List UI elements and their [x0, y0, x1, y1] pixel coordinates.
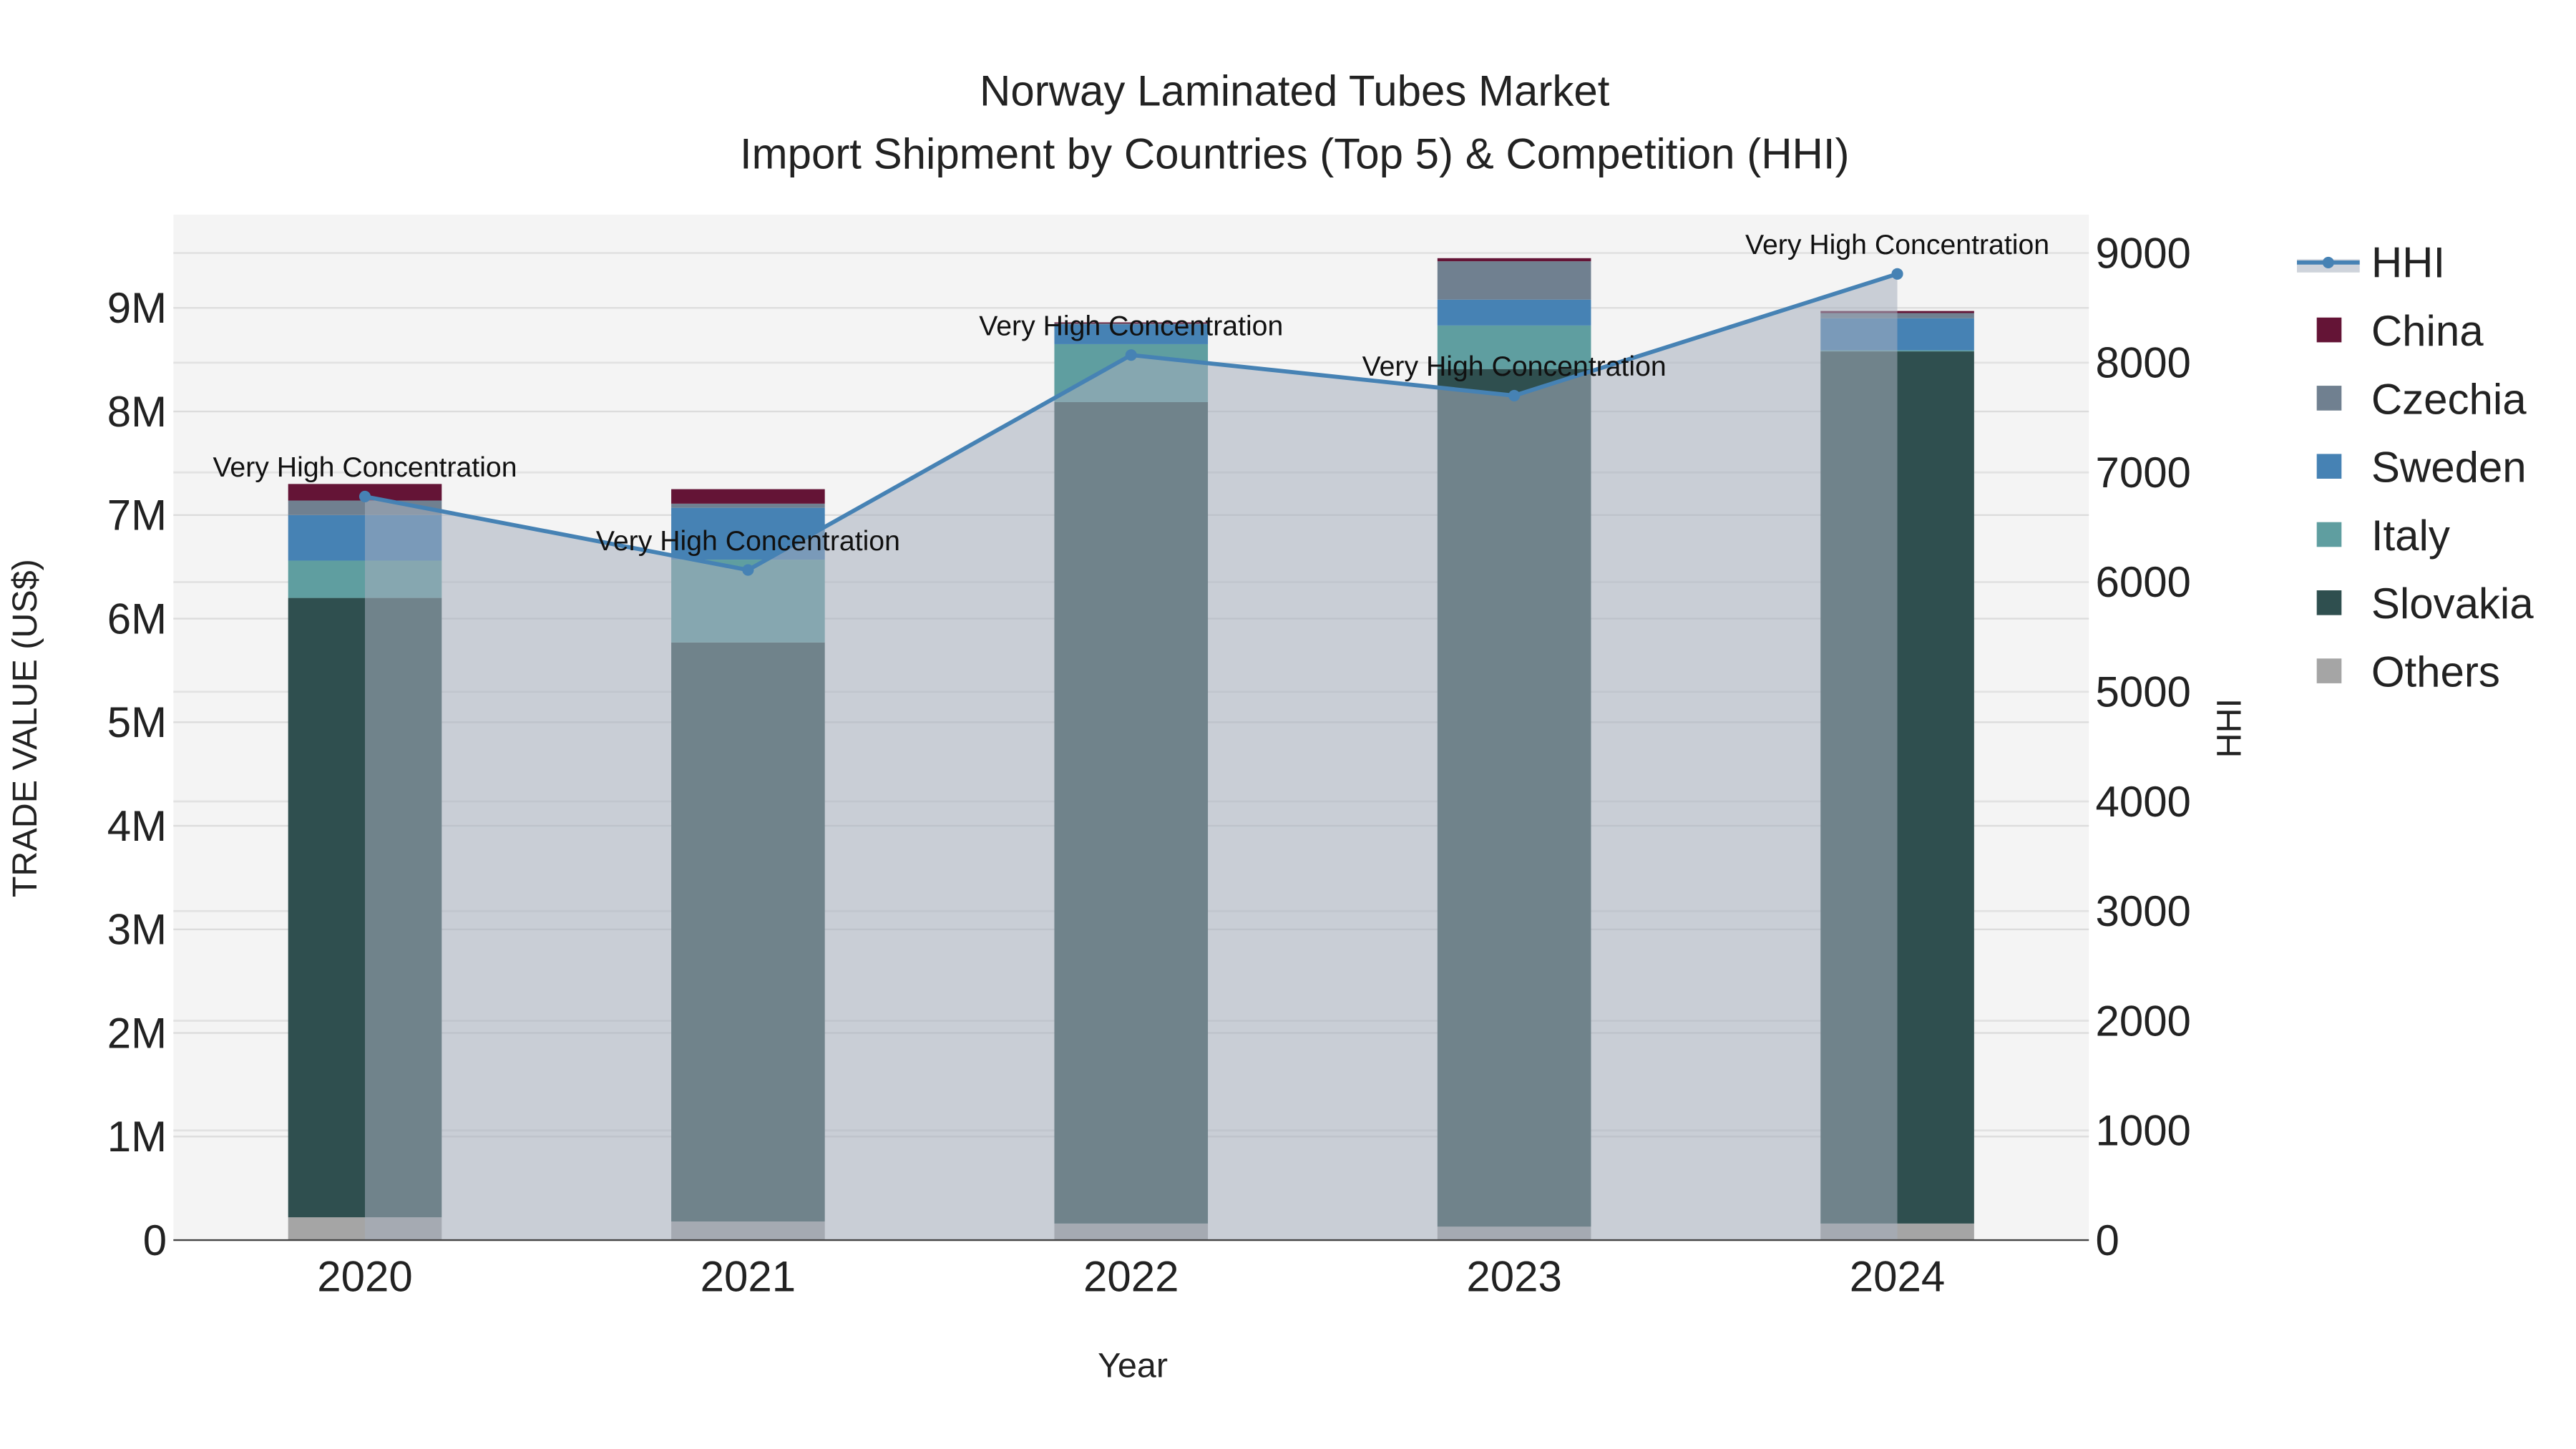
legend-label-italy: Italy — [2371, 512, 2450, 560]
x-tick-label: 2024 — [1850, 1253, 1945, 1301]
hhi-annotation-2022: Very High Concentration — [979, 310, 1283, 341]
y-tick-label: 4M — [107, 802, 167, 850]
y2-tick-label: 7000 — [2095, 449, 2190, 497]
y-tick-label: 0 — [143, 1216, 167, 1264]
hhi-annotation-2021: Very High Concentration — [596, 525, 900, 557]
legend-label-czechia: Czechia — [2371, 375, 2527, 423]
bar-sweden-2023 — [1437, 299, 1591, 326]
y2-tick-label: 6000 — [2095, 558, 2190, 606]
legend-swatch-slovakia — [2316, 590, 2342, 615]
y-tick-label: 6M — [107, 595, 167, 643]
legend-marker-hhi — [2322, 256, 2334, 268]
hhi-point-2024 — [1891, 268, 1903, 280]
y2-tick-label: 9000 — [2095, 229, 2190, 277]
y2-tick-label: 2000 — [2095, 997, 2190, 1045]
chart-title: Norway Laminated Tubes Market — [980, 67, 1610, 115]
y-tick-label: 2M — [107, 1009, 167, 1057]
legend-swatch-china — [2316, 317, 2342, 343]
bar-czechia-2023 — [1437, 261, 1591, 300]
legend-label-others: Others — [2371, 648, 2500, 696]
legend-swatch-others — [2316, 658, 2342, 683]
y-tick-label: 3M — [107, 906, 167, 954]
legend-label-slovakia: Slovakia — [2371, 580, 2534, 628]
hhi-annotation-2023: Very High Concentration — [1362, 351, 1667, 382]
x-tick-label: 2022 — [1083, 1253, 1179, 1301]
chart: Very High Concentration Very High Concent… — [0, 0, 2576, 1449]
y2-tick-label: 1000 — [2095, 1107, 2190, 1155]
y2-tick-label: 5000 — [2095, 668, 2190, 716]
y-tick-label: 7M — [107, 492, 167, 540]
y2-tick-label: 4000 — [2095, 778, 2190, 826]
hhi-annotation-2020: Very High Concentration — [213, 452, 517, 483]
x-tick-label: 2020 — [317, 1253, 412, 1301]
hhi-point-2023 — [1508, 389, 1521, 401]
y-axis-label: TRADE VALUE (US$) — [6, 559, 44, 897]
chart-subtitle: Import Shipment by Countries (Top 5) & C… — [740, 130, 1850, 177]
legend-label-china: China — [2371, 307, 2484, 355]
bar-czechia-2021 — [671, 503, 825, 508]
y-tick-label: 5M — [107, 698, 167, 746]
hhi-point-2021 — [742, 564, 754, 576]
legend-swatch-czechia — [2316, 386, 2342, 411]
y-tick-label: 1M — [107, 1113, 167, 1161]
bar-china-2021 — [671, 489, 825, 504]
x-axis-label: Year — [1098, 1347, 1168, 1385]
hhi-point-2020 — [358, 490, 371, 502]
legend-label-hhi: HHI — [2371, 239, 2445, 287]
bar-china-2023 — [1437, 258, 1591, 262]
y-tick-label: 8M — [107, 388, 167, 436]
legend-swatch-sweden — [2316, 454, 2342, 479]
y2-tick-label: 3000 — [2095, 887, 2190, 935]
hhi-point-2022 — [1125, 349, 1137, 361]
legend-swatch-italy — [2316, 522, 2342, 547]
x-tick-label: 2023 — [1466, 1253, 1561, 1301]
hhi-annotation-2024: Very High Concentration — [1745, 229, 2049, 260]
y2-tick-label: 8000 — [2095, 339, 2190, 387]
y2-axis-label: HHI — [2210, 698, 2249, 758]
x-tick-label: 2021 — [701, 1253, 796, 1301]
y-tick-label: 9M — [107, 284, 167, 332]
y2-tick-label: 0 — [2095, 1216, 2119, 1264]
legend-label-sweden: Sweden — [2371, 444, 2527, 492]
